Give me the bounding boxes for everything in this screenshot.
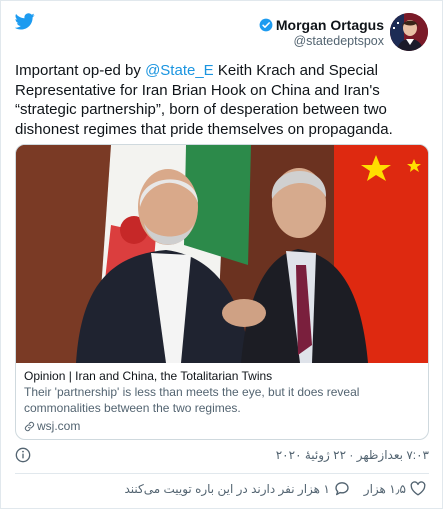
tweet-meta-row: ۷:۰۳ بعدازظهر · ۲۲ ژوئیهٔ ۲۰۲۰ [15,446,429,466]
author-name-row: Morgan Ortagus [259,17,384,33]
avatar-portrait-image [390,13,428,51]
link-card-domain-row: wsj.com [24,418,420,434]
info-icon[interactable] [15,447,31,463]
article-photo-image [16,145,428,363]
link-card-body: Opinion | Iran and China, the Totalitari… [16,363,428,439]
link-card-description: Their 'partnership' is less than meets t… [24,385,360,415]
author-text: Morgan Ortagus @statedeptspox [259,17,384,48]
avatar[interactable] [390,13,428,51]
author-block[interactable]: Morgan Ortagus @statedeptspox [259,13,428,51]
tweet-actions: ۱٫۵ هزار ۱ هزار نفر دارند در این باره تو… [124,481,426,496]
divider [15,473,429,474]
like-action[interactable]: ۱٫۵ هزار [364,481,426,496]
tweet-text: Important op-ed by @State_E Keith Krach … [15,61,433,139]
link-icon [24,421,35,431]
link-card-domain: wsj.com [37,419,81,433]
speech-bubble-icon [335,482,349,496]
verified-badge-icon [259,18,273,31]
link-card-title[interactable]: Opinion | Iran and China, the Totalitari… [24,368,420,384]
tweet-embed-card: Morgan Ortagus @statedeptspox Important … [0,0,443,509]
heart-icon [410,481,426,496]
author-handle[interactable]: @statedeptspox [259,34,384,48]
author-name[interactable]: Morgan Ortagus [276,17,384,33]
tweet-timestamp[interactable]: ۷:۰۳ بعدازظهر · ۲۲ ژوئیهٔ ۲۰۲۰ [276,448,429,462]
reply-action[interactable]: ۱ هزار نفر دارند در این باره توییت می‌کن… [124,481,349,496]
link-preview-card[interactable]: Opinion | Iran and China, the Totalitari… [15,144,429,440]
reply-talking-count: ۱ هزار نفر دارند در این باره توییت می‌کن… [124,481,330,496]
like-count: ۱٫۵ هزار [363,481,406,496]
tweet-text-part-1: Important op-ed by [15,62,146,79]
mention-link[interactable]: @State_E [145,62,214,79]
twitter-bird-icon[interactable] [15,13,35,30]
